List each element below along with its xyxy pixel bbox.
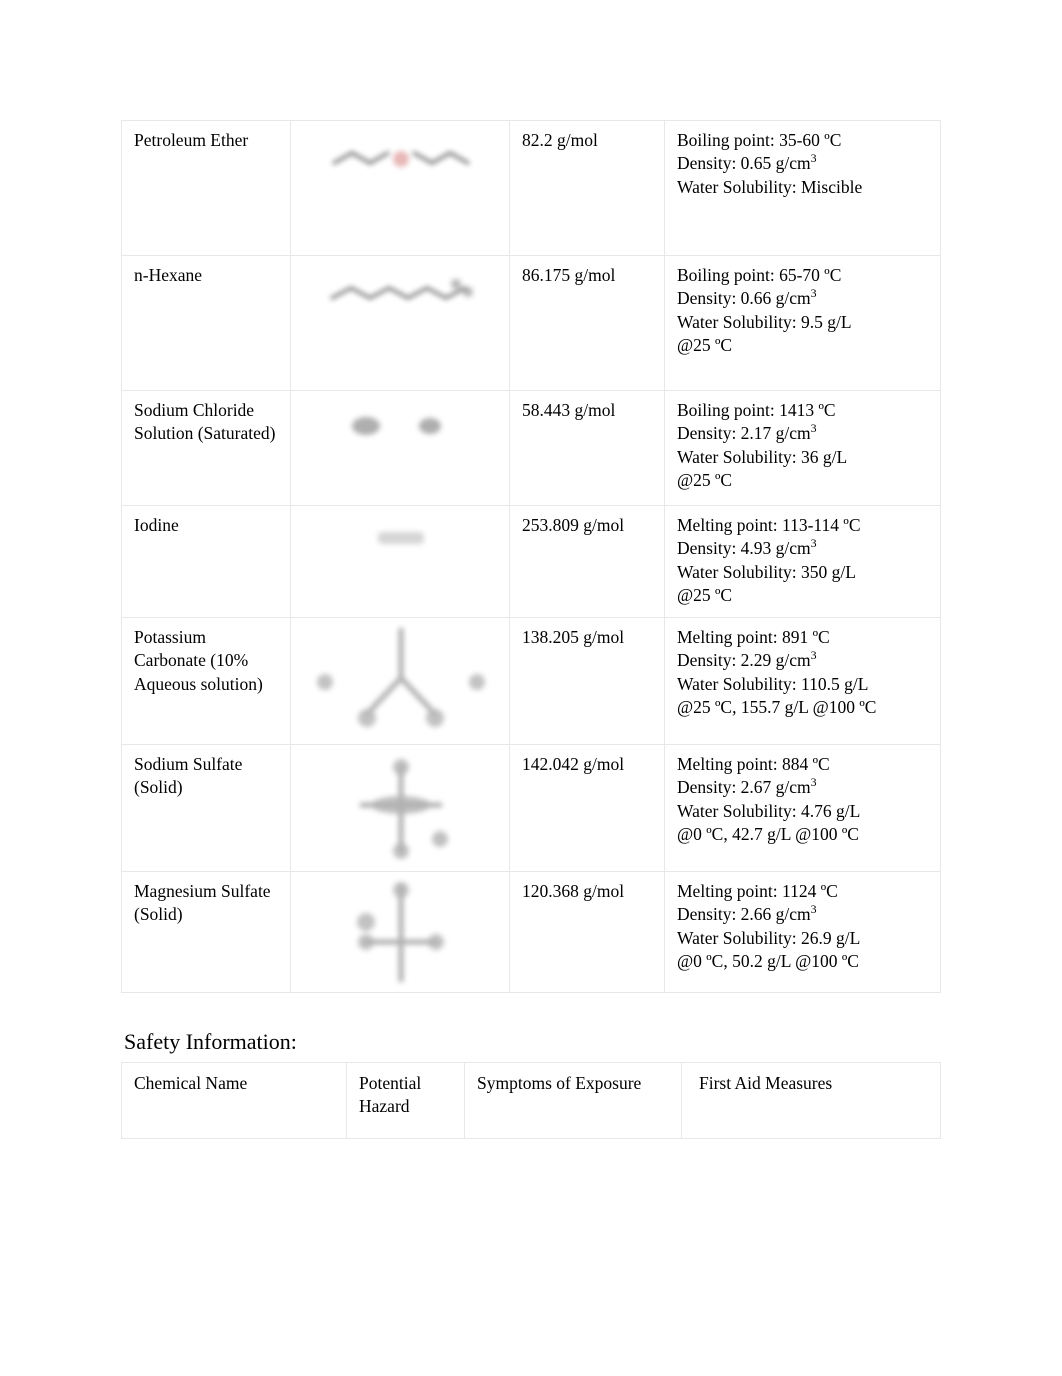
structure-image-cell <box>290 871 510 993</box>
density-exponent: 3 <box>810 151 817 166</box>
property-line-solubility: Water Solubility: 110.5 g/L <box>677 673 869 694</box>
property-line-solubility-temp: @25 ºC <box>677 584 733 605</box>
safety-information-heading: Safety Information: <box>124 1029 297 1054</box>
density-exponent: 3 <box>810 648 817 663</box>
properties-cell: Melting point: 113-114 ºC Density: 4.93 … <box>664 505 941 618</box>
structure-image-cell <box>290 255 510 391</box>
molar-mass-cell: 253.809 g/mol <box>509 505 665 618</box>
density-text: Density: 0.65 g/cm <box>677 153 811 174</box>
property-line-melting-point: Melting point: 891 ºC <box>677 627 830 647</box>
density-text: Density: 4.93 g/cm <box>677 538 811 559</box>
chemical-properties-table: Petroleum Ether 82.2 g/mol Boiling point… <box>121 120 941 993</box>
chemical-name-cell: Sodium Chloride Solution (Saturated) <box>121 390 291 506</box>
property-line-solubility: Water Solubility: Miscible <box>677 176 863 197</box>
density-exponent: 3 <box>810 286 817 301</box>
density-exponent: 3 <box>810 421 817 436</box>
table-row: n-Hexane 86.175 g/mol Boiling point: 65-… <box>121 255 941 391</box>
property-line-melting-point: Melting point: 113-114 ºC <box>677 515 861 535</box>
magnesium-sulfate-structure-icon <box>357 882 444 983</box>
property-line-solubility: Water Solubility: 350 g/L <box>677 561 856 582</box>
column-header-label: Chemical Name <box>134 1073 248 1093</box>
structure-image-cell <box>290 505 510 618</box>
density-exponent: 3 <box>810 775 817 790</box>
density-text: Density: 2.17 g/cm <box>677 423 811 444</box>
table-row: Iodine 253.809 g/mol Melting point: 113-… <box>121 505 941 618</box>
chemical-name-cell: Potassium Carbonate (10% Aqueous solutio… <box>121 617 291 745</box>
density-exponent: 3 <box>810 536 817 551</box>
structure-image-cell <box>290 120 510 256</box>
property-line-solubility: Water Solubility: 9.5 g/L <box>677 311 852 332</box>
property-line-density: Density: 0.66 g/cm3 <box>677 287 930 310</box>
property-line-melting-point: Melting point: 884 ºC <box>677 754 830 774</box>
property-line-solubility: Water Solubility: 26.9 g/L <box>677 927 861 948</box>
structure-image-cell <box>290 390 510 506</box>
column-header-label: Potential Hazard <box>359 1073 422 1117</box>
property-line-density: Density: 2.17 g/cm3 <box>677 422 930 445</box>
property-line-density: Density: 2.66 g/cm3 <box>677 903 930 926</box>
property-line-solubility: Water Solubility: 36 g/L <box>677 446 848 467</box>
properties-cell: Boiling point: 35-60 ºC Density: 0.65 g/… <box>664 120 941 256</box>
sodium-sulfate-structure-icon <box>359 759 448 859</box>
table-row: Petroleum Ether 82.2 g/mol Boiling point… <box>121 120 941 256</box>
property-line-density: Density: 0.65 g/cm3 <box>677 152 930 175</box>
property-line-solubility-temp: @0 ºC, 50.2 g/L @100 ºC <box>677 950 859 971</box>
molar-mass-cell: 138.205 g/mol <box>509 617 665 745</box>
column-header-first-aid-measures: First Aid Measures <box>681 1062 941 1139</box>
petroleum-ether-skeletal-structure-icon <box>332 151 470 167</box>
properties-cell: Melting point: 891 ºC Density: 2.29 g/cm… <box>664 617 941 745</box>
property-line-solubility-temp: @25 ºC <box>677 334 733 355</box>
property-line-solubility-temp: @0 ºC, 42.7 g/L @100 ºC <box>677 823 859 844</box>
n-hexane-skeletal-structure-icon <box>330 279 473 300</box>
property-line-density: Density: 4.93 g/cm3 <box>677 537 930 560</box>
table-row: Magnesium Sulfate (Solid) 120.368 g/mol … <box>121 871 941 993</box>
density-text: Density: 2.66 g/cm <box>677 904 811 925</box>
properties-cell: Boiling point: 65-70 ºC Density: 0.66 g/… <box>664 255 941 391</box>
structure-image-cell <box>290 617 510 745</box>
column-header-chemical-name: Chemical Name <box>121 1062 347 1139</box>
property-line-solubility-temp: @25 ºC <box>677 469 733 490</box>
property-line-solubility-temp: @25 ºC, 155.7 g/L @100 ºC <box>677 696 877 717</box>
density-exponent: 3 <box>810 902 817 917</box>
density-text: Density: 2.29 g/cm <box>677 650 811 671</box>
properties-cell: Boiling point: 1413 ºC Density: 2.17 g/c… <box>664 390 941 506</box>
property-line-boiling-point: Boiling point: 65-70 ºC <box>677 265 842 285</box>
table-row: Sodium Sulfate (Solid) 142.042 g/mol Mel… <box>121 744 941 872</box>
chemical-name-cell: Iodine <box>121 505 291 618</box>
table-header-row: Chemical Name Potential Hazard Symptoms … <box>121 1062 941 1139</box>
density-text: Density: 0.66 g/cm <box>677 288 811 309</box>
table-row: Sodium Chloride Solution (Saturated) 58.… <box>121 390 941 506</box>
chemical-name-cell: Magnesium Sulfate (Solid) <box>121 871 291 993</box>
property-line-boiling-point: Boiling point: 1413 ºC <box>677 400 836 420</box>
safety-information-table: Chemical Name Potential Hazard Symptoms … <box>121 1062 941 1139</box>
chemical-name-cell: Sodium Sulfate (Solid) <box>121 744 291 872</box>
table-row: Potassium Carbonate (10% Aqueous solutio… <box>121 617 941 745</box>
properties-cell: Melting point: 884 ºC Density: 2.67 g/cm… <box>664 744 941 872</box>
iodine-diatomic-structure-icon <box>378 532 424 544</box>
structure-image-cell <box>290 744 510 872</box>
property-line-density: Density: 2.29 g/cm3 <box>677 649 930 672</box>
molar-mass-cell: 142.042 g/mol <box>509 744 665 872</box>
document-page: Petroleum Ether 82.2 g/mol Boiling point… <box>0 0 1062 1376</box>
column-header-label: First Aid Measures <box>699 1073 833 1093</box>
properties-cell: Melting point: 1124 ºC Density: 2.66 g/c… <box>664 871 941 993</box>
property-line-boiling-point: Boiling point: 35-60 ºC <box>677 130 842 150</box>
molar-mass-cell: 82.2 g/mol <box>509 120 665 256</box>
density-text: Density: 2.67 g/cm <box>677 777 811 798</box>
column-header-symptoms-of-exposure: Symptoms of Exposure <box>464 1062 682 1139</box>
chemical-name-cell: n-Hexane <box>121 255 291 391</box>
sodium-chloride-ion-pair-structure-icon <box>352 417 441 435</box>
column-header-label: Symptoms of Exposure <box>477 1073 642 1093</box>
molar-mass-cell: 120.368 g/mol <box>509 871 665 993</box>
potassium-carbonate-structure-icon <box>317 627 485 727</box>
molar-mass-cell: 58.443 g/mol <box>509 390 665 506</box>
chemical-name-cell: Petroleum Ether <box>121 120 291 256</box>
column-header-potential-hazard: Potential Hazard <box>346 1062 465 1139</box>
property-line-density: Density: 2.67 g/cm3 <box>677 776 930 799</box>
molar-mass-cell: 86.175 g/mol <box>509 255 665 391</box>
property-line-melting-point: Melting point: 1124 ºC <box>677 881 838 901</box>
property-line-solubility: Water Solubility: 4.76 g/L <box>677 800 861 821</box>
